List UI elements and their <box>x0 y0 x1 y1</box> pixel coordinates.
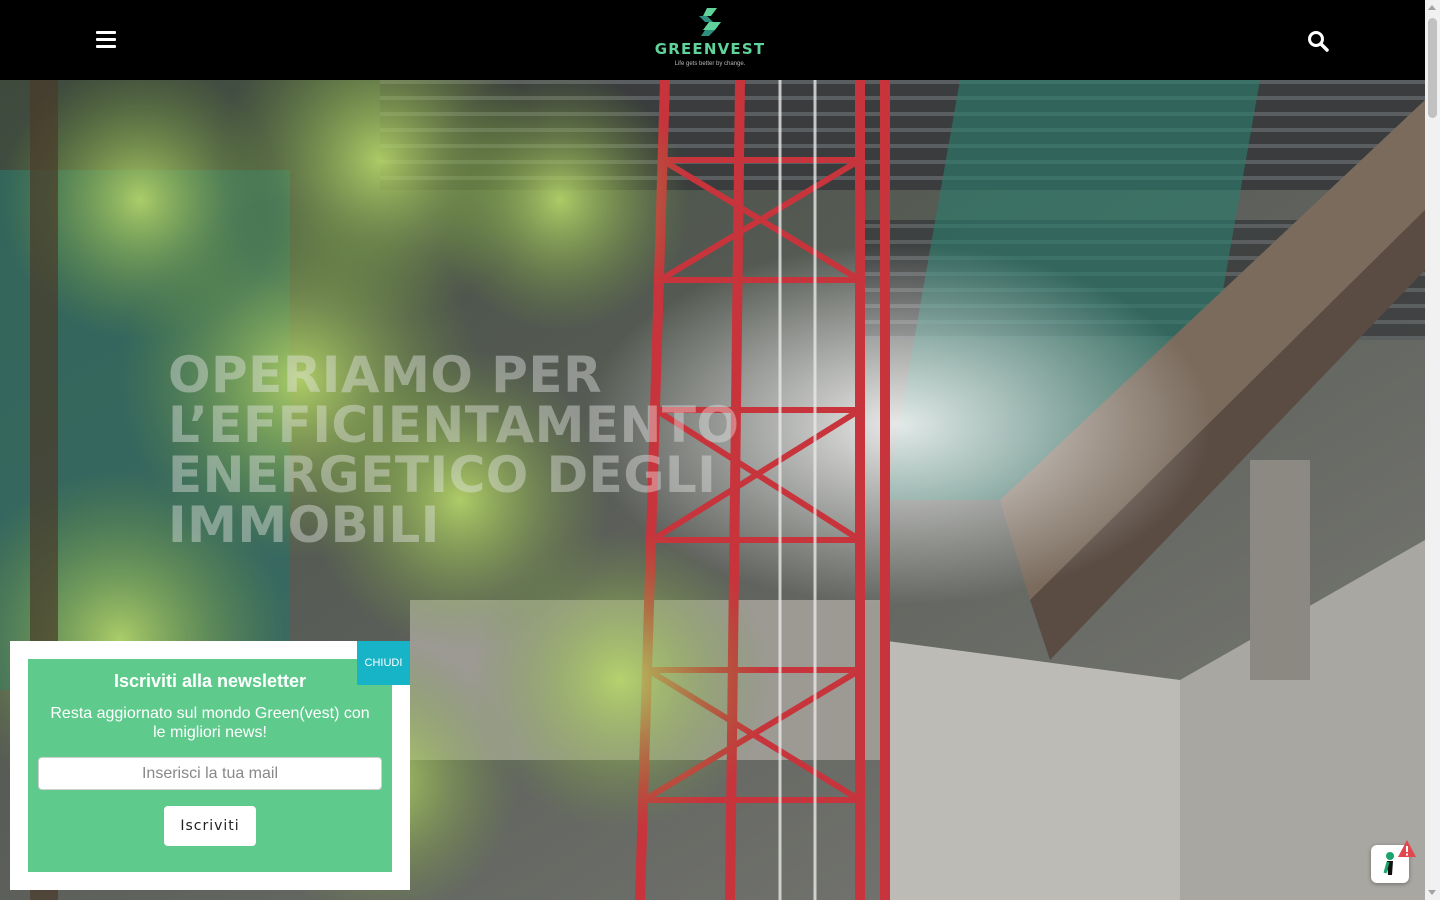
scrollbar-thumb[interactable] <box>1428 18 1437 118</box>
alert-badge-icon <box>1398 840 1416 857</box>
greenvest-logo-icon <box>699 8 721 36</box>
email-field[interactable] <box>38 757 382 790</box>
logo-tagline: Life gets better by change. <box>674 61 746 67</box>
newsletter-popup: Iscriviti alla newsletter Resta aggiorna… <box>10 641 410 890</box>
accessibility-widget-button[interactable] <box>1371 840 1416 883</box>
newsletter-title: Iscriviti alla newsletter <box>113 671 307 691</box>
scroll-up-arrow-icon[interactable] <box>1428 5 1436 10</box>
hamburger-menu-icon[interactable] <box>96 31 116 49</box>
search-icon[interactable] <box>1307 30 1329 52</box>
newsletter-form: Iscriviti alla newsletter Resta aggiorna… <box>28 659 392 872</box>
close-button[interactable]: CHIUDI <box>357 641 410 685</box>
subscribe-button[interactable]: Iscriviti <box>164 806 256 846</box>
site-logo[interactable]: GREENVEST Life gets better by change. <box>650 6 770 74</box>
logo-name: GREENVEST <box>654 40 766 58</box>
page-scrollbar[interactable] <box>1425 0 1440 900</box>
newsletter-text: Resta aggiornato sul mondo Green(vest) c… <box>50 705 370 741</box>
site-header: GREENVEST Life gets better by change. <box>0 0 1425 80</box>
hero-title: OPERIAMO PER L’EFFICIENTAMENTO ENERGETIC… <box>168 346 740 554</box>
scroll-down-arrow-icon[interactable] <box>1428 890 1436 895</box>
